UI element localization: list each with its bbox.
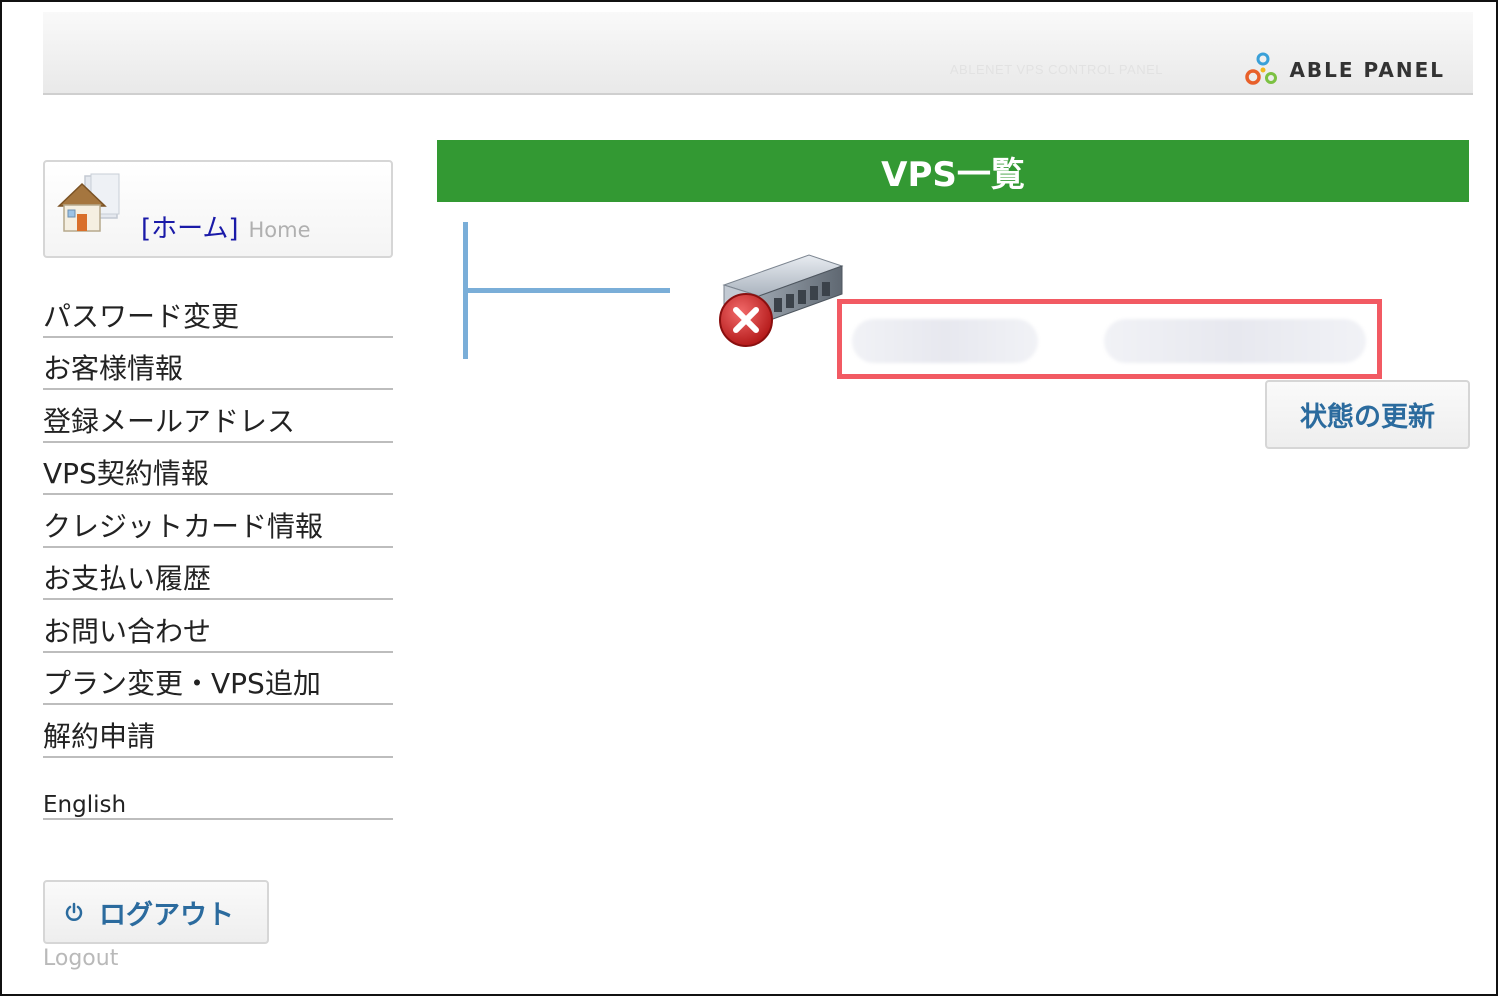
menu-item-plan-change[interactable]: プラン変更・VPS追加 <box>43 653 393 705</box>
redacted-vps-address <box>1104 319 1366 363</box>
home-label: [ホーム] Home <box>141 208 311 245</box>
menu-item-payment-history[interactable]: お支払い履歴 <box>43 548 393 600</box>
able-panel-logo: ABLE PANEL <box>1243 50 1445 90</box>
tree-line-horizontal <box>468 288 670 293</box>
redacted-vps-name <box>852 319 1038 363</box>
logout-label: ログアウト <box>99 899 234 931</box>
menu-item-customer-info[interactable]: お客様情報 <box>43 338 393 390</box>
refresh-status-button[interactable]: 状態の更新 <box>1265 380 1470 449</box>
logo-text: ABLE PANEL <box>1289 58 1445 82</box>
menu-item-registered-email[interactable]: 登録メールアドレス <box>43 390 393 443</box>
browser-frame: ABLENET VPS CONTROL PANEL ABLE PANEL [ホー… <box>0 0 1498 996</box>
home-button[interactable]: [ホーム] Home <box>43 160 393 258</box>
menu-item-vps-contract[interactable]: VPS契約情報 <box>43 443 393 495</box>
home-icon <box>57 173 120 232</box>
header-subtitle: ABLENET VPS CONTROL PANEL <box>949 62 1163 77</box>
home-sublabel: Home <box>248 218 311 242</box>
logout-sublabel: Logout <box>43 946 119 971</box>
menu-item-password-change[interactable]: パスワード変更 <box>43 285 393 338</box>
vps-entry-redacted[interactable] <box>837 299 1382 379</box>
language-english-link[interactable]: English <box>43 786 393 820</box>
power-icon <box>65 902 83 921</box>
menu-item-cancellation[interactable]: 解約申請 <box>43 705 393 758</box>
server-stopped-icon[interactable] <box>714 250 846 350</box>
sidebar-menu: パスワード変更 お客様情報 登録メールアドレス VPS契約情報 クレジットカード… <box>43 285 393 758</box>
logo-icon <box>1245 52 1278 85</box>
vps-list-title: VPS一覧 <box>437 140 1469 202</box>
site-header: ABLENET VPS CONTROL PANEL ABLE PANEL <box>43 12 1473 95</box>
menu-item-credit-card[interactable]: クレジットカード情報 <box>43 495 393 548</box>
menu-item-contact[interactable]: お問い合わせ <box>43 600 393 653</box>
logout-button[interactable]: ログアウト <box>43 880 269 944</box>
home-link[interactable]: [ホーム] <box>141 208 239 245</box>
